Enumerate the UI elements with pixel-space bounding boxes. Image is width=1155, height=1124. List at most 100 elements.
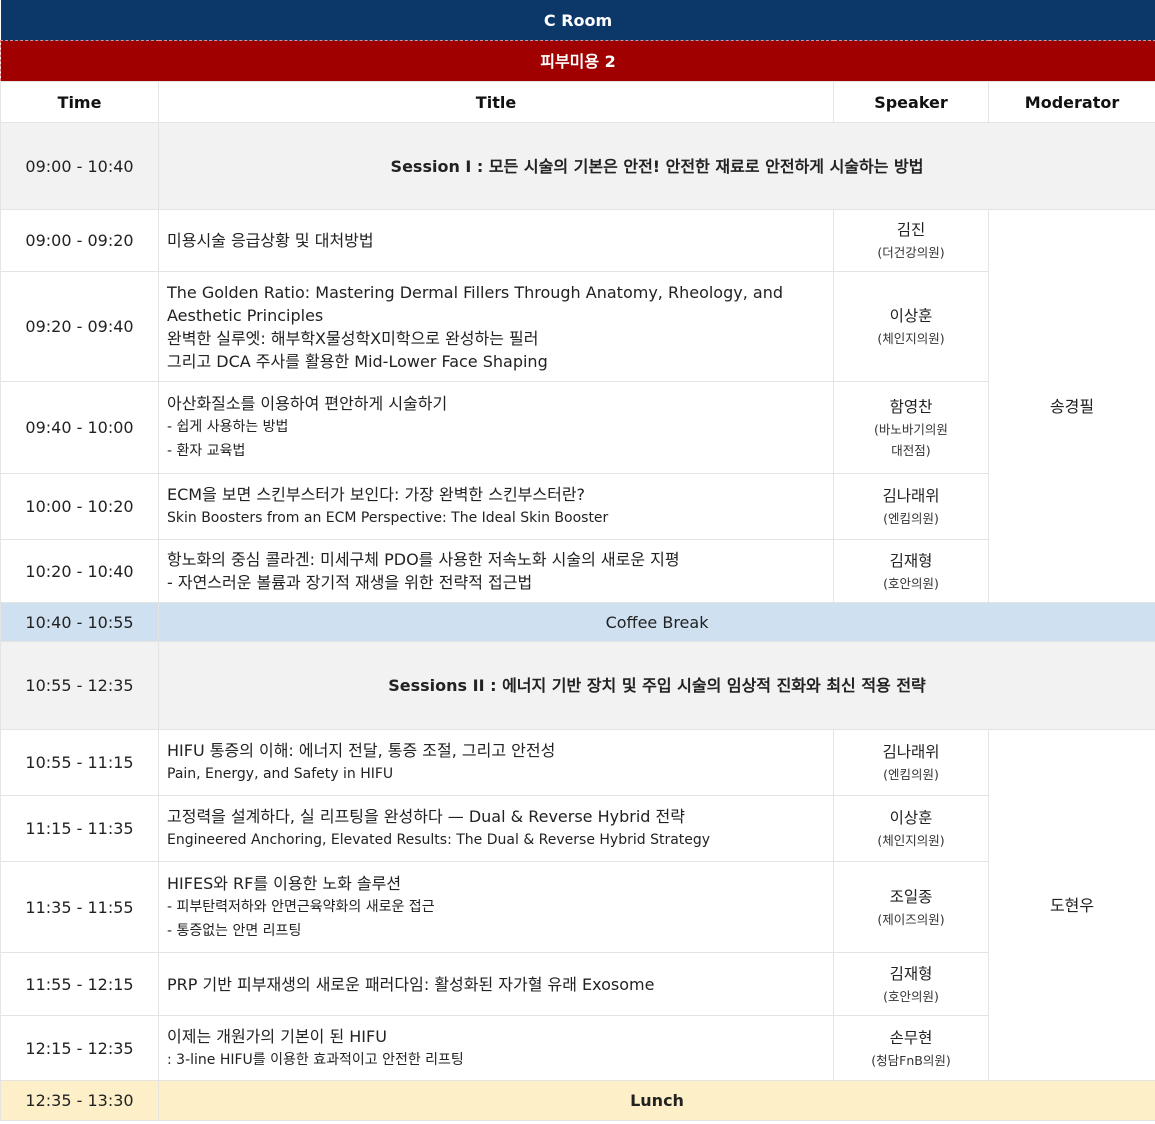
session-title: Sessions II : 에너지 기반 장치 및 주입 시술의 임상적 진화와…	[157, 641, 1155, 730]
speaker-affiliation: (엔킴의원)	[883, 767, 939, 782]
talk-title-line: PRP 기반 피부재생의 새로운 패러다임: 활성화된 자가혈 유래 Exoso…	[167, 974, 655, 994]
talk-title: HIFES와 RF를 이용한 노화 솔루션 - 피부탄력저하와 안면근육약화의 …	[158, 861, 834, 953]
talk-title-line: HIFU 통증의 이해: 에너지 전달, 통증 조절, 그리고 안전성	[167, 741, 556, 760]
header-time: Time	[0, 81, 159, 123]
talk-time: 10:55 - 11:15	[0, 729, 159, 796]
header-moderator: Moderator	[987, 81, 1155, 123]
talk-time: 11:55 - 12:15	[0, 952, 159, 1016]
talk-title-line: - 환자 교육법	[167, 443, 246, 459]
talk-title-line: - 피부탄력저하와 안면근육약화의 새로운 접근	[167, 898, 435, 915]
speaker-affiliation: (청담FnB의원)	[871, 1052, 951, 1068]
talk-title: 아산화질소를 이용하여 편안하게 시술하기 - 쉽게 사용하는 방법 - 환자 …	[158, 381, 834, 474]
speaker-affiliation: (호안의원)	[883, 575, 939, 591]
talk-time: 09:40 - 10:00	[0, 381, 159, 474]
lunch-label: Lunch	[157, 1080, 1155, 1121]
session-title: Session I : 모든 시술의 기본은 안전! 안전한 재료로 안전하게 …	[157, 122, 1155, 210]
talk-title: 고정력을 설계하다, 실 리프팅을 완성하다 — Dual & Reverse …	[158, 795, 834, 862]
talk-time: 11:15 - 11:35	[0, 795, 159, 862]
talk-title-line: Engineered Anchoring, Elevated Results: …	[167, 832, 711, 848]
talk-speaker: 김나래위 (엔킴의원)	[833, 729, 989, 796]
header-speaker: Speaker	[833, 81, 989, 123]
talk-title: 미용시술 응급상황 및 대처방법	[158, 209, 834, 272]
talk-title-line: 항노화의 중심 콜라겐: 미세구체 PDO를 사용한 저속노화 시술의 새로운 …	[167, 550, 680, 569]
talk-title: ECM을 보면 스킨부스터가 보인다: 가장 완벽한 스킨부스터란? Skin …	[158, 473, 834, 540]
speaker-affiliation: (체인지의원)	[877, 833, 945, 848]
talk-title: 이제는 개원가의 기본이 된 HIFU : 3-line HIFU를 이용한 효…	[158, 1015, 834, 1081]
speaker-name: 김재형	[889, 551, 933, 570]
moderator-cell: 송경필	[987, 209, 1155, 603]
talk-title-line: Skin Boosters from an ECM Perspective: T…	[167, 510, 609, 526]
talk-speaker: 김재형 (호안의원)	[833, 952, 989, 1016]
table-row: 10:00 - 10:20 ECM을 보면 스킨부스터가 보인다: 가장 완벽한…	[0, 473, 1155, 540]
coffee-break-row: 10:40 - 10:55 Coffee Break	[0, 602, 1155, 642]
table-row: 12:15 - 12:35 이제는 개원가의 기본이 된 HIFU : 3-li…	[0, 1015, 1155, 1081]
speaker-affiliation: 대전점)	[891, 442, 931, 458]
talk-time: 11:35 - 11:55	[0, 861, 159, 953]
talk-title-line: 미용시술 응급상황 및 대처방법	[167, 231, 374, 250]
talk-time: 09:20 - 09:40	[0, 271, 159, 382]
talk-speaker: 이상훈 (체인지의원)	[833, 271, 989, 382]
talk-speaker: 김진 (더건강의원)	[833, 209, 989, 272]
talk-title-line: : 3-line HIFU를 이용한 효과적이고 안전한 리프팅	[167, 1051, 464, 1068]
talk-title-line: 고정력을 설계하다, 실 리프팅을 완성하다 — Dual & Reverse …	[167, 807, 685, 826]
talk-title: The Golden Ratio: Mastering Dermal Fille…	[158, 271, 834, 382]
table-row: 09:40 - 10:00 아산화질소를 이용하여 편안하게 시술하기 - 쉽게…	[0, 381, 1155, 474]
talk-title-line: The Golden Ratio: Mastering Dermal Fille…	[167, 282, 783, 302]
talk-speaker: 함영찬 (바노바기의원 대전점)	[833, 381, 989, 474]
speaker-name: 손무현	[889, 1028, 933, 1047]
session-time: 09:00 - 10:40	[0, 122, 159, 210]
talk-title-line: 이제는 개원가의 기본이 된 HIFU	[167, 1026, 387, 1046]
speaker-affiliation: (체인지의원)	[877, 331, 945, 346]
speaker-name: 조일종	[889, 887, 933, 906]
header-title: Title	[158, 81, 834, 123]
talk-title-line: 그리고 DCA 주사를 활용한 Mid-Lower Face Shaping	[167, 351, 548, 371]
table-row: 10:55 - 11:15 HIFU 통증의 이해: 에너지 전달, 통증 조절…	[0, 729, 1155, 1081]
session-row: 09:00 - 10:40 Session I : 모든 시술의 기본은 안전!…	[0, 122, 1155, 210]
session-time: 10:55 - 12:35	[0, 641, 159, 730]
speaker-affiliation: (제이즈의원)	[877, 911, 945, 927]
coffee-label: Coffee Break	[157, 602, 1155, 642]
talk-title-line: Pain, Energy, and Safety in HIFU	[167, 766, 394, 782]
moderator-cell: 도현우	[987, 729, 1155, 1081]
talk-speaker: 이상훈 (체인지의원)	[833, 795, 989, 862]
room-header: C Room	[0, 0, 1155, 41]
talk-title-line: - 쉽게 사용하는 방법	[167, 419, 289, 435]
table-row: 09:20 - 09:40 The Golden Ratio: Masterin…	[0, 271, 1155, 382]
table-row: 11:55 - 12:15 PRP 기반 피부재생의 새로운 패러다임: 활성화…	[0, 952, 1155, 1016]
talk-title-line: 완벽한 실루엣: 해부학X물성학X미학으로 완성하는 필러	[167, 328, 539, 348]
talk-title-line: - 통증없는 안면 리프팅	[167, 922, 302, 939]
table-row: 09:00 - 09:20 미용시술 응급상황 및 대처방법 김진 (더건강의원…	[0, 209, 1155, 603]
speaker-affiliation: (더건강의원)	[877, 245, 945, 260]
talk-speaker: 조일종 (제이즈의원)	[833, 861, 989, 953]
talk-title: 항노화의 중심 콜라겐: 미세구체 PDO를 사용한 저속노화 시술의 새로운 …	[158, 539, 834, 603]
table-row: 10:20 - 10:40 항노화의 중심 콜라겐: 미세구체 PDO를 사용한…	[0, 539, 1155, 603]
coffee-time: 10:40 - 10:55	[0, 602, 159, 642]
talk-speaker: 김재형 (호안의원)	[833, 539, 989, 603]
talk-time: 10:20 - 10:40	[0, 539, 159, 603]
talk-speaker: 손무현 (청담FnB의원)	[833, 1015, 989, 1081]
talk-time: 12:15 - 12:35	[0, 1015, 159, 1081]
talk-time: 10:00 - 10:20	[0, 473, 159, 540]
speaker-name: 김나래위	[882, 743, 940, 761]
lunch-row: 12:35 - 13:30 Lunch	[0, 1080, 1155, 1121]
talk-speaker: 김나래위 (엔킴의원)	[833, 473, 989, 540]
table-row: 11:35 - 11:55 HIFES와 RF를 이용한 노화 솔루션 - 피부…	[0, 861, 1155, 953]
talk-title-line: - 자연스러운 볼륨과 장기적 재생을 위한 전략적 접근법	[167, 573, 533, 592]
track-header: 피부미용 2	[0, 40, 1155, 82]
table-row: 11:15 - 11:35 고정력을 설계하다, 실 리프팅을 완성하다 — D…	[0, 795, 1155, 862]
talk-title: HIFU 통증의 이해: 에너지 전달, 통증 조절, 그리고 안전성 Pain…	[158, 729, 834, 796]
speaker-name: 이상훈	[889, 307, 933, 325]
speaker-name: 김나래위	[882, 487, 940, 505]
speaker-name: 이상훈	[889, 809, 933, 827]
lunch-time: 12:35 - 13:30	[0, 1080, 159, 1121]
session-row: 10:55 - 12:35 Sessions II : 에너지 기반 장치 및 …	[0, 641, 1155, 730]
column-headers: Time Title Speaker Moderator	[0, 81, 1155, 123]
talk-title-line: HIFES와 RF를 이용한 노화 솔루션	[167, 873, 402, 893]
speaker-affiliation: (바노바기의원	[874, 421, 948, 437]
schedule-table: C Room 피부미용 2 Time Title Speaker Moderat…	[0, 0, 1155, 1121]
talk-title-line: ECM을 보면 스킨부스터가 보인다: 가장 완벽한 스킨부스터란?	[167, 485, 586, 504]
speaker-name: 김재형	[889, 964, 933, 983]
talk-time: 09:00 - 09:20	[0, 209, 159, 272]
speaker-name: 김진	[896, 221, 926, 239]
talk-title-line: 아산화질소를 이용하여 편안하게 시술하기	[167, 394, 448, 413]
